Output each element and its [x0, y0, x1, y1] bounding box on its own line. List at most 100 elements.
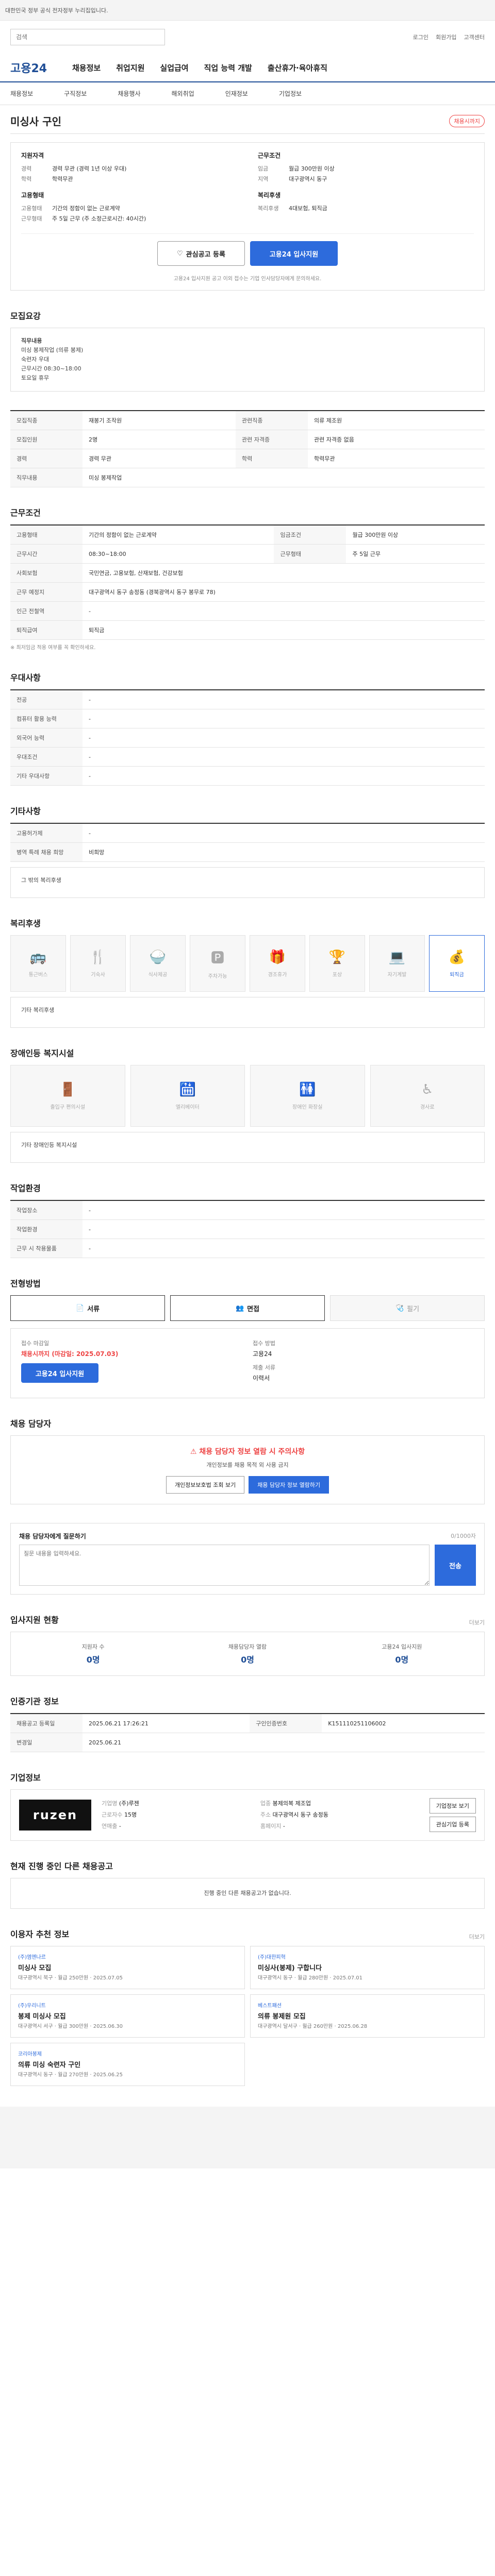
row-key: 기타 우대사항 [10, 766, 82, 786]
workenv-table: 작업장소 - 작업환경 - 근무 시 착용물품 - [10, 1200, 485, 1258]
detail-line: 직무내용 [21, 337, 42, 344]
row-key: 경력 [10, 449, 82, 468]
table-row: 작업환경 - [10, 1219, 485, 1239]
privacy-law-button[interactable]: 개인정보보호법 조회 보기 [166, 1476, 245, 1494]
welfare-grid: 🚌 통근버스 🍴 기숙사 🍚 식사제공 🅿 주차가능 🎁 경조휴가 🏆 포상 💻 자기계발 💰… [10, 935, 485, 992]
recs-more-link[interactable]: 더보기 [469, 1933, 485, 1941]
others-box: 진행 중인 다른 채용공고가 없습니다. [10, 1878, 485, 1909]
table-row: 고용형태 기간의 정함이 없는 근로계약 임금조건 월급 300만원 이상 [10, 525, 485, 545]
company-row: 홈페이지 - [260, 1821, 419, 1832]
row-key: 직무내용 [10, 468, 82, 487]
contact-warn: ⚠ 채용 담당자 정보 열람 시 주의사항 [21, 1446, 474, 1456]
site-logo[interactable]: 고용24 [10, 59, 57, 76]
row-key: 구인인증번호 [250, 1714, 322, 1733]
stat-item: 고용24 입사지원 0명 [330, 1642, 474, 1665]
apply-value: 고용24 [253, 1350, 272, 1358]
qna-count: 0/1000자 [451, 1533, 476, 1539]
stats-more-link[interactable]: 더보기 [469, 1618, 485, 1626]
follow-company-button[interactable]: 관심기업 등록 [429, 1817, 476, 1832]
row-value: - [82, 823, 485, 843]
gnb-item-support[interactable]: 취업지원 [116, 62, 144, 73]
gnb-item-benefit[interactable]: 실업급여 [160, 62, 188, 73]
send-button[interactable]: 전송 [435, 1545, 476, 1586]
save-job-button[interactable]: ♡ 관심공고 등록 [157, 241, 245, 266]
gnb-item-jobs[interactable]: 채용정보 [72, 62, 101, 73]
rec-card[interactable]: 베스트패션 의류 봉제원 모집 대구광역시 달서구 · 월급 260만원 · 202… [250, 1994, 485, 2038]
lnb-seekers[interactable]: 구직정보 [64, 89, 87, 98]
rec-card[interactable]: (주)우리니트 봉제 미싱사 모집 대구광역시 서구 · 월급 300만원 · 20… [10, 1994, 245, 2038]
rec-card[interactable]: (주)엠엔나르 미싱사 모집 대구광역시 북구 · 월급 250만원 · 2025.… [10, 1946, 245, 1989]
section-title: 채용 담당자 [10, 1419, 52, 1429]
footer [0, 2107, 495, 2168]
recs-section: 이용자 추천 정보 더보기 (주)엠엔나르 미싱사 모집 대구광역시 북구 · 월급… [10, 1927, 485, 2086]
table-row: 퇴직급여 퇴직금 [10, 620, 485, 640]
stat-value: 0명 [395, 1655, 409, 1665]
others-section: 현재 진행 중인 다른 채용공고 진행 중인 다른 채용공고가 없습니다. [10, 1859, 485, 1909]
row-key: 연매출 [102, 1823, 118, 1829]
qna-section: 채용 담당자에게 질문하기 0/1000자 전송 [10, 1523, 485, 1595]
row-key: 근무 시 착용물품 [10, 1239, 82, 1258]
restroom-icon: 🚻 [299, 1081, 316, 1097]
row-value: - [82, 728, 485, 748]
rec-card[interactable]: 코리아봉제 의류 미싱 숙련자 구인 대구광역시 동구 · 월급 270만원 · 2… [10, 2043, 245, 2086]
company-row: 업종 봉제의복 제조업 [260, 1798, 419, 1809]
gnb-item-leave[interactable]: 출산휴가·육아휴직 [268, 62, 327, 73]
row-key: 임금조건 [274, 525, 346, 545]
question-input[interactable] [19, 1545, 430, 1586]
lnb-events[interactable]: 채용행사 [118, 89, 140, 98]
alert-icon: ⚠ [190, 1448, 200, 1456]
login-link[interactable]: 로그인 [413, 33, 428, 41]
kv-row: 경력 경력 무관 (경력 1년 이상 우대) [21, 164, 237, 174]
method-label: 필기 [407, 1305, 420, 1313]
stats-section: 입사지원 현황 더보기 지원자 수 0명 채용담당자 열람 0명 고용24 입사지원… [10, 1613, 485, 1676]
view-contact-button[interactable]: 채용 담당자 정보 열람하기 [249, 1476, 329, 1494]
lnb-talent[interactable]: 인재정보 [225, 89, 248, 98]
summary-cond: 근무조건 임금 월급 300만원 이상 지역 대구광역시 동구 [258, 151, 474, 184]
kv-key: 학력 [21, 176, 32, 182]
kv-row: 임금 월급 300만원 이상 [258, 164, 474, 174]
table-row: 컴퓨터 활용 능력 - [10, 709, 485, 728]
method-tabs: 📄 서류 👥 면접 🩺 필기 [10, 1295, 485, 1321]
row-value: 2025.06.21 [82, 1733, 485, 1752]
table-row: 고용허가제 - [10, 823, 485, 843]
summary-qual-title: 지원자격 [21, 152, 44, 159]
rec-meta: 대구광역시 동구 · 월급 280만원 · 2025.07.01 [258, 1975, 362, 1981]
detail-line: 숙련자 우대 [21, 356, 50, 363]
row-value: 15명 [124, 1811, 137, 1818]
support-link[interactable]: 고객센터 [464, 33, 485, 41]
apply-button-2[interactable]: 고용24 입사지원 [21, 1363, 98, 1383]
row-value: - [82, 1239, 485, 1258]
gnb-item-training[interactable]: 직업 능력 개발 [204, 62, 252, 73]
lnb-company[interactable]: 기업정보 [279, 89, 302, 98]
row-key: 근로자수 [102, 1811, 123, 1818]
kv-key: 임금 [258, 165, 269, 172]
kv-row: 학력 학력무관 [21, 174, 237, 184]
company-card: ruzen 기업명 (주)루젠 업종 봉제의복 제조업 근로자수 15명 주소 … [10, 1789, 485, 1841]
cond-table: 고용형태 기간의 정함이 없는 근로계약 임금조건 월급 300만원 이상 근무시간 0… [10, 524, 485, 640]
rec-meta: 대구광역시 동구 · 월급 270만원 · 2025.06.25 [18, 2072, 123, 2078]
section-title: 기타사항 [10, 806, 41, 816]
row-key: 인근 전철역 [10, 601, 82, 621]
welfare-label: 통근버스 [28, 972, 48, 978]
rec-card[interactable]: (주)대한피혁 미싱사(봉제) 구합니다 대구광역시 동구 · 월급 280만원 ·… [250, 1946, 485, 1989]
company-row: 근로자수 15명 [102, 1809, 260, 1821]
kv-key: 고용형태 [21, 205, 42, 212]
signup-link[interactable]: 회원가입 [436, 33, 456, 41]
detail-line: 미싱 봉제작업 (의류 봉제) [21, 347, 84, 353]
company-info-button[interactable]: 기업정보 보기 [429, 1798, 476, 1814]
sub-nav: 채용정보 구직정보 채용행사 해외취업 인재정보 기업정보 [0, 82, 495, 105]
apply-button[interactable]: 고용24 입사지원 [250, 241, 338, 266]
table-row: 인근 전철역 - [10, 601, 485, 621]
apply-key: 접수 방법 [253, 1340, 275, 1347]
lnb-jobs[interactable]: 채용정보 [10, 89, 33, 98]
rec-title: 의류 봉제원 모집 [258, 2013, 306, 2021]
section-title: 작업환경 [10, 1183, 41, 1193]
search-input[interactable] [10, 29, 165, 45]
qna-header: 채용 담당자에게 질문하기 0/1000자 [19, 1532, 476, 1540]
contact-text: 개인정보를 채용 목적 외 사용 금지 [206, 1462, 289, 1468]
pref-table: 전공 - 컴퓨터 활용 능력 - 외국어 능력 - 우대조건 - 기타 우대사항 - [10, 689, 485, 786]
welfare-item: 🎁 경조휴가 [250, 935, 305, 992]
stat-item: 지원자 수 0명 [21, 1642, 165, 1665]
lnb-overseas[interactable]: 해외취업 [172, 89, 194, 98]
parking-icon: 🅿 [210, 951, 224, 966]
